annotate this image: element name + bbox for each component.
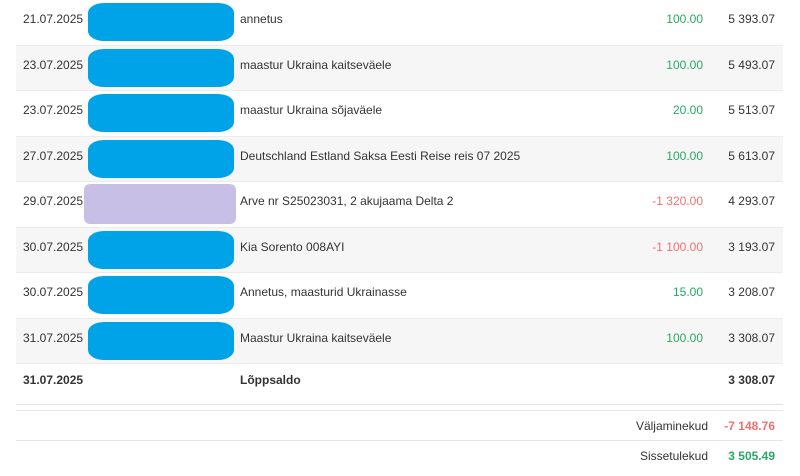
transaction-amount: 15.00 [672, 285, 703, 299]
statement-page: 21.07.2025 annetus 100.00 5 393.07 23.07… [0, 0, 800, 476]
table-row: 29.07.2025 Arve nr S25023031, 2 akujaama… [16, 182, 783, 228]
transaction-amount: 100.00 [666, 148, 703, 163]
transaction-description: Deutschland Estland Saksa Eesti Reise re… [240, 148, 521, 163]
transaction-description: maastur Ukraina sõjaväele [240, 103, 383, 117]
outgoing-label: Väljaminekud [635, 419, 708, 433]
transaction-date: 30.07.2025 [23, 239, 84, 254]
closing-label: Lõppsaldo [240, 373, 301, 387]
transaction-date: 29.07.2025 [23, 194, 84, 208]
table-row: 23.07.2025 maastur Ukraina sõjaväele 20.… [16, 91, 783, 137]
transaction-date: 31.07.2025 [23, 330, 84, 345]
transaction-balance: 3 208.07 [728, 285, 775, 299]
outgoing-value: -7 148.76 [724, 419, 775, 433]
transaction-description: Annetus, maasturid Ukrainasse [240, 285, 407, 299]
table-row: 27.07.2025 Deutschland Estland Saksa Ees… [16, 136, 783, 182]
table-row: 30.07.2025 Kia Sorento 008AYI -1 100.00 … [16, 227, 783, 273]
incoming-value: 3 505.49 [728, 449, 775, 463]
transaction-description: Maastur Ukraina kaitseväele [240, 330, 392, 345]
transaction-date: 23.07.2025 [23, 57, 84, 72]
transaction-description: Kia Sorento 008AYI [240, 239, 345, 254]
transaction-amount: -1 100.00 [652, 239, 703, 254]
transaction-date: 30.07.2025 [23, 285, 84, 299]
redacted-counterparty [88, 139, 234, 178]
redacted-counterparty [88, 321, 234, 360]
closing-balance-row: 31.07.2025 Lõppsaldo 3 308.07 [16, 364, 783, 405]
redacted-counterparty [88, 48, 234, 87]
redacted-counterparty [88, 3, 234, 41]
transaction-balance: 5 613.07 [728, 148, 775, 163]
incoming-label: Sissetulekud [639, 449, 708, 463]
transaction-amount: -1 320.00 [652, 194, 703, 208]
closing-balance: 3 308.07 [728, 373, 775, 387]
transaction-balance: 4 293.07 [728, 194, 775, 208]
table-row: 30.07.2025 Annetus, maasturid Ukrainasse… [16, 273, 783, 319]
transaction-date: 21.07.2025 [23, 12, 84, 26]
transaction-balance: 3 308.07 [728, 330, 775, 345]
transaction-amount: 100.00 [666, 57, 703, 72]
table-row: 31.07.2025 Maastur Ukraina kaitseväele 1… [16, 318, 783, 364]
redacted-counterparty [84, 184, 236, 224]
transactions-table: 21.07.2025 annetus 100.00 5 393.07 23.07… [16, 0, 783, 405]
transaction-balance: 5 393.07 [728, 12, 775, 26]
closing-date: 31.07.2025 [23, 373, 84, 387]
incoming-summary: Sissetulekud 3 505.49 [16, 440, 783, 470]
transaction-amount: 20.00 [672, 103, 703, 117]
table-row: 21.07.2025 annetus 100.00 5 393.07 [16, 0, 783, 46]
table-row: 23.07.2025 maastur Ukraina kaitseväele 1… [16, 45, 783, 91]
transaction-amount: 100.00 [666, 12, 703, 26]
outgoing-summary: Väljaminekud -7 148.76 [16, 410, 783, 440]
transaction-amount: 100.00 [666, 330, 703, 345]
transaction-balance: 3 193.07 [728, 239, 775, 254]
transaction-balance: 5 513.07 [728, 103, 775, 117]
transaction-balance: 5 493.07 [728, 57, 775, 72]
transaction-date: 27.07.2025 [23, 148, 84, 163]
transaction-date: 23.07.2025 [23, 103, 84, 117]
redacted-counterparty [88, 276, 234, 314]
transaction-description: Arve nr S25023031, 2 akujaama Delta 2 [240, 194, 454, 208]
redacted-counterparty [88, 94, 234, 132]
redacted-counterparty [88, 230, 234, 269]
transaction-description: maastur Ukraina kaitseväele [240, 57, 392, 72]
transaction-description: annetus [240, 12, 283, 26]
